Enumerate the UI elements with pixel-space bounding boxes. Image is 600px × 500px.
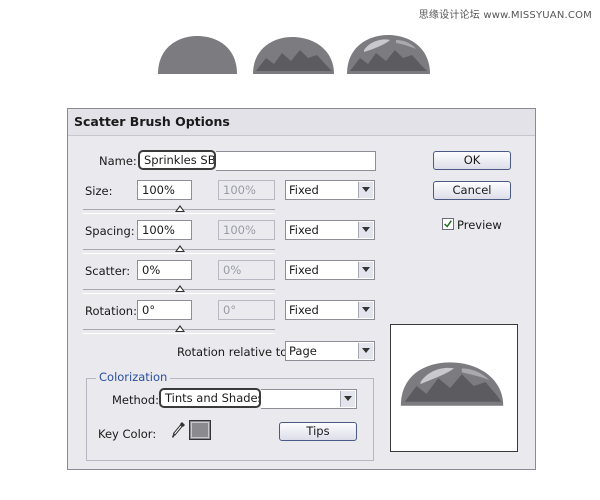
- size-slider-thumb[interactable]: [175, 205, 185, 212]
- rotation-max-input: 0°: [218, 300, 275, 320]
- key-color-label: Key Color:: [98, 427, 157, 441]
- brush-preview: [390, 324, 518, 452]
- scatter-input[interactable]: 0%: [137, 260, 192, 280]
- chevron-down-icon: [358, 222, 373, 238]
- stone-shaded: [253, 37, 334, 74]
- name-input[interactable]: Sprinkles SB: [138, 150, 216, 170]
- scatter-label: Scatter:: [85, 264, 131, 278]
- spacing-input[interactable]: 100%: [137, 220, 192, 240]
- method-label: Method:: [112, 393, 160, 407]
- preview-label: Preview: [457, 218, 502, 232]
- chevron-down-icon: [340, 391, 355, 407]
- size-label: Size:: [85, 184, 113, 198]
- rotation-relative-select[interactable]: Page: [285, 341, 375, 361]
- spacing-label: Spacing:: [85, 224, 135, 238]
- size-max-input: 100%: [218, 180, 275, 200]
- eyedropper-icon[interactable]: [171, 420, 187, 442]
- ok-button[interactable]: OK: [433, 151, 511, 170]
- scatter-mode-value: Fixed: [289, 263, 319, 277]
- scatter-slider-thumb[interactable]: [175, 285, 185, 292]
- spacing-mode-value: Fixed: [289, 223, 319, 237]
- rotation-label: Rotation:: [85, 304, 137, 318]
- checkmark-icon: [444, 220, 452, 228]
- name-label: Name:: [99, 154, 137, 168]
- key-color-swatch[interactable]: [189, 420, 211, 440]
- scatter-brush-options-dialog: Scatter Brush Options Name: Sprinkles SB…: [67, 108, 536, 470]
- chevron-down-icon: [358, 262, 373, 278]
- size-input[interactable]: 100%: [137, 180, 192, 200]
- chevron-down-icon: [358, 302, 373, 318]
- name-input-extension[interactable]: [216, 151, 376, 171]
- scatter-max-input: 0%: [218, 260, 275, 280]
- colorization-legend: Colorization: [96, 370, 171, 384]
- spacing-slider-thumb[interactable]: [175, 245, 185, 252]
- cancel-button[interactable]: Cancel: [433, 181, 511, 200]
- chevron-down-icon: [358, 343, 373, 359]
- preview-stone-image: [400, 362, 504, 406]
- rotation-mode-select[interactable]: Fixed: [285, 300, 375, 320]
- stone-highlighted: [347, 35, 430, 74]
- scatter-mode-select[interactable]: Fixed: [285, 260, 375, 280]
- watermark-text: 思缘设计论坛 www.MISSYUAN.COM: [418, 10, 592, 21]
- rotation-relative-label: Rotation relative to:: [177, 345, 292, 359]
- rotation-input[interactable]: 0°: [137, 300, 192, 320]
- spacing-mode-select[interactable]: Fixed: [285, 220, 375, 240]
- rotation-relative-value: Page: [289, 344, 317, 358]
- size-mode-value: Fixed: [289, 183, 319, 197]
- method-select-highlight[interactable]: Tints and Shades: [159, 388, 261, 408]
- chevron-down-icon: [358, 182, 373, 198]
- method-select[interactable]: [261, 389, 357, 409]
- preview-checkbox[interactable]: [442, 218, 454, 230]
- size-mode-select[interactable]: Fixed: [285, 180, 375, 200]
- stone-plain: [158, 36, 237, 74]
- tips-button[interactable]: Tips: [279, 422, 357, 441]
- brush-stone-illustrations: [158, 35, 430, 74]
- rotation-slider-thumb[interactable]: [175, 325, 185, 332]
- rotation-mode-value: Fixed: [289, 303, 319, 317]
- dialog-title: Scatter Brush Options: [68, 109, 535, 136]
- spacing-max-input: 100%: [218, 220, 275, 240]
